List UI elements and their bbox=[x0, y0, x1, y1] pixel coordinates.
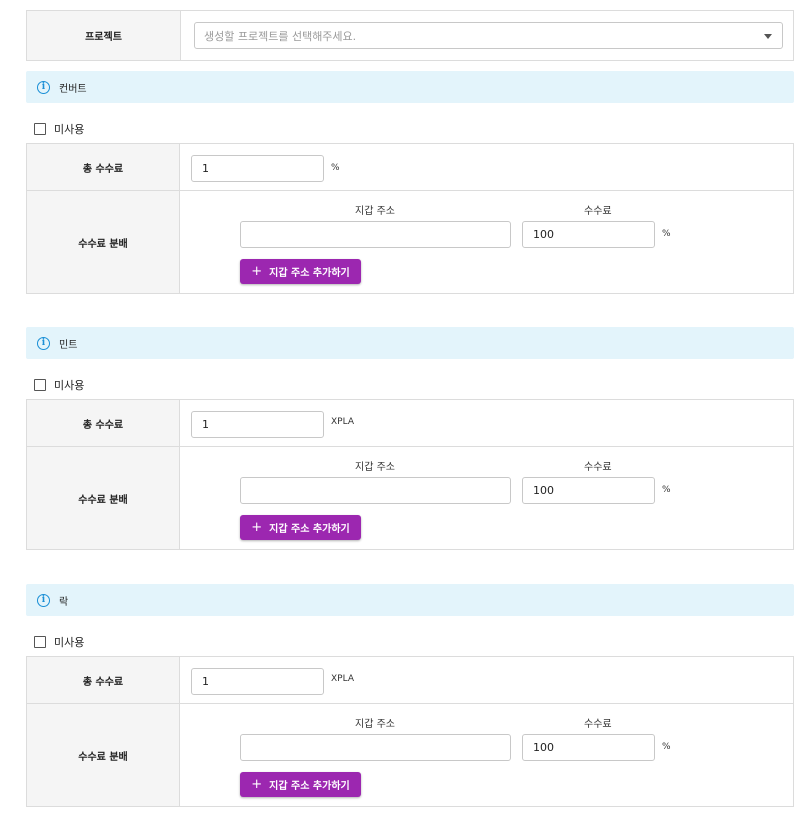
fee-header: 수수료 bbox=[584, 719, 612, 730]
unused-checkbox-row[interactable]: 미사용 bbox=[34, 377, 84, 393]
total-fee-input[interactable]: 1 bbox=[191, 411, 324, 438]
total-fee-row: 총 수수료 1 % bbox=[27, 144, 793, 191]
fee-distribution-label: 수수료 분배 bbox=[27, 447, 180, 549]
plus-icon: + bbox=[251, 777, 263, 792]
plus-icon: + bbox=[251, 520, 263, 535]
section-title: 컨버트 bbox=[59, 83, 87, 95]
chevron-down-icon bbox=[764, 34, 772, 39]
fee-header: 수수료 bbox=[584, 206, 612, 217]
section-header: i 락 bbox=[26, 584, 794, 616]
unused-checkbox-label: 미사용 bbox=[54, 123, 85, 136]
fee-distribution-label: 수수료 분배 bbox=[27, 191, 180, 293]
section-header: i 민트 bbox=[26, 327, 794, 359]
add-wallet-address-button[interactable]: + 지갑 주소 추가하기 bbox=[240, 259, 361, 284]
project-label: 프로젝트 bbox=[27, 11, 181, 60]
fee-distribution-row: 수수료 분배 지갑 주소 수수료 100 % + 지갑 주소 추가하기 bbox=[27, 704, 793, 806]
total-fee-label: 총 수수료 bbox=[27, 400, 180, 446]
fee-table: 총 수수료 1 % 수수료 분배 지갑 주소 수수료 100 % + 지갑 주소… bbox=[26, 143, 794, 294]
fee-settings-page: 프로젝트 생성할 프로젝트를 선택해주세요. i 컨버트 미사용 총 수수료 1… bbox=[0, 0, 811, 822]
unused-checkbox-label: 미사용 bbox=[54, 379, 85, 392]
fee-share-unit: % bbox=[662, 485, 671, 495]
total-fee-label: 총 수수료 bbox=[27, 657, 180, 703]
fee-table: 총 수수료 1 XPLA 수수료 분배 지갑 주소 수수료 100 % + 지갑… bbox=[26, 399, 794, 550]
add-wallet-address-button[interactable]: + 지갑 주소 추가하기 bbox=[240, 515, 361, 540]
total-fee-label: 총 수수료 bbox=[27, 144, 180, 190]
wallet-address-input[interactable] bbox=[240, 734, 511, 761]
info-circle-icon: i bbox=[37, 336, 50, 350]
fee-distribution-row: 수수료 분배 지갑 주소 수수료 100 % + 지갑 주소 추가하기 bbox=[27, 447, 793, 549]
add-wallet-address-label: 지갑 주소 추가하기 bbox=[269, 781, 350, 792]
unused-checkbox-row[interactable]: 미사용 bbox=[34, 634, 84, 650]
unused-checkbox[interactable] bbox=[34, 379, 46, 391]
total-fee-input[interactable]: 1 bbox=[191, 155, 324, 182]
fee-share-input[interactable]: 100 bbox=[522, 221, 655, 248]
wallet-address-header: 지갑 주소 bbox=[355, 719, 395, 730]
add-wallet-address-button[interactable]: + 지갑 주소 추가하기 bbox=[240, 772, 361, 797]
section-title: 민트 bbox=[59, 339, 78, 351]
project-select[interactable]: 생성할 프로젝트를 선택해주세요. bbox=[194, 22, 783, 49]
section-title: 락 bbox=[59, 596, 69, 608]
unused-checkbox-label: 미사용 bbox=[54, 636, 85, 649]
fee-table: 총 수수료 1 XPLA 수수료 분배 지갑 주소 수수료 100 % + 지갑… bbox=[26, 656, 794, 807]
info-circle-icon: i bbox=[37, 593, 50, 607]
unused-checkbox-row[interactable]: 미사용 bbox=[34, 121, 84, 137]
fee-share-unit: % bbox=[662, 742, 671, 752]
info-circle-icon: i bbox=[37, 80, 50, 94]
section-header: i 컨버트 bbox=[26, 71, 794, 103]
project-select-placeholder: 생성할 프로젝트를 선택해주세요. bbox=[204, 29, 357, 43]
fee-distribution-row: 수수료 분배 지갑 주소 수수료 100 % + 지갑 주소 추가하기 bbox=[27, 191, 793, 293]
total-fee-row: 총 수수료 1 XPLA bbox=[27, 657, 793, 704]
fee-share-unit: % bbox=[662, 229, 671, 239]
plus-icon: + bbox=[251, 264, 263, 279]
fee-share-input[interactable]: 100 bbox=[522, 734, 655, 761]
total-fee-unit: % bbox=[331, 163, 340, 173]
fee-distribution-label: 수수료 분배 bbox=[27, 704, 180, 806]
fee-share-input[interactable]: 100 bbox=[522, 477, 655, 504]
total-fee-unit: XPLA bbox=[331, 417, 354, 427]
wallet-address-header: 지갑 주소 bbox=[355, 462, 395, 473]
total-fee-row: 총 수수료 1 XPLA bbox=[27, 400, 793, 447]
unused-checkbox[interactable] bbox=[34, 123, 46, 135]
wallet-address-input[interactable] bbox=[240, 221, 511, 248]
total-fee-input[interactable]: 1 bbox=[191, 668, 324, 695]
add-wallet-address-label: 지갑 주소 추가하기 bbox=[269, 524, 350, 535]
project-row: 프로젝트 생성할 프로젝트를 선택해주세요. bbox=[26, 10, 794, 61]
wallet-address-input[interactable] bbox=[240, 477, 511, 504]
total-fee-unit: XPLA bbox=[331, 674, 354, 684]
add-wallet-address-label: 지갑 주소 추가하기 bbox=[269, 268, 350, 279]
fee-header: 수수료 bbox=[584, 462, 612, 473]
wallet-address-header: 지갑 주소 bbox=[355, 206, 395, 217]
unused-checkbox[interactable] bbox=[34, 636, 46, 648]
